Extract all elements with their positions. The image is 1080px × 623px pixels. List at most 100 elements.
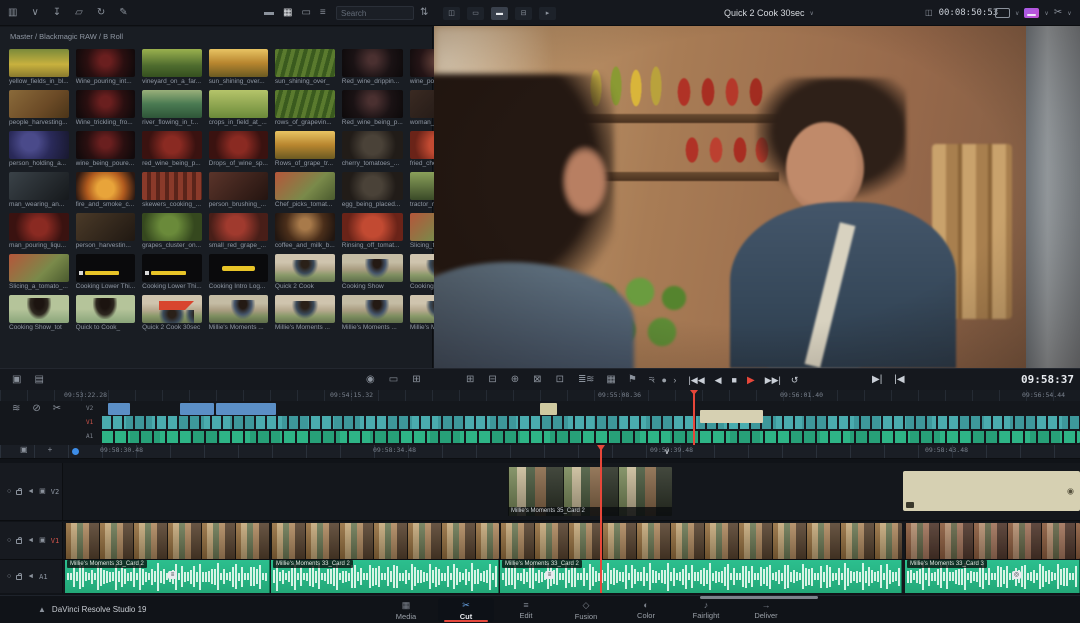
title-clip[interactable]: ◉ (903, 471, 1080, 511)
media-clip[interactable]: crops_in_field_at_... (209, 90, 268, 126)
search-input[interactable] (336, 6, 414, 20)
media-clip[interactable]: Rinsing_off_tomat... (342, 213, 403, 249)
strip-view-icon[interactable]: ▭ (301, 8, 310, 18)
media-clip[interactable]: fire_and_smoke_c... (76, 172, 136, 208)
media-clip[interactable]: Rows_of_grape_tr... (275, 131, 335, 167)
v2-clip[interactable]: Millie's Moments 35_Card 2 (508, 467, 672, 516)
media-clip[interactable]: person_holding_a... (9, 131, 69, 167)
media-clip[interactable]: Millie's Moments ... (275, 295, 335, 331)
timeline-overview-icon[interactable]: ≋ (12, 404, 20, 414)
bin-breadcrumb[interactable]: Master / Blackmagic RAW / B Roll (10, 32, 123, 41)
media-clip[interactable]: Drops_of_wine_sp... (209, 131, 268, 167)
media-clip[interactable]: rows_of_grapevin... (275, 90, 335, 126)
media-clip[interactable]: coffee_and_milk_b... (275, 213, 335, 249)
media-clip[interactable]: small_red_grape_... (209, 213, 268, 249)
media-clip[interactable]: egg_being_placed... (342, 172, 403, 208)
media-clip[interactable]: Millie's Moments ... (209, 295, 268, 331)
append-icon[interactable]: ⊟ (488, 375, 496, 385)
media-clip[interactable]: man_wearing_an... (9, 172, 69, 208)
media-clip[interactable]: yellow_fields_in_bl... (9, 49, 69, 85)
media-clip[interactable]: Millie's Moments ... (342, 295, 403, 331)
media-clip[interactable]: cherry_tomatoes_... (342, 131, 403, 167)
clip-marker-badge[interactable]: ◎ (1012, 571, 1021, 579)
smart-insert-icon[interactable]: ⊞ (466, 375, 474, 385)
track-header-v1[interactable]: ○◄▣V1 (0, 522, 63, 559)
source-clip-icon[interactable]: ◫ (443, 7, 460, 20)
transitions-icon[interactable]: ▦ (606, 375, 615, 385)
media-clip[interactable]: grapes_cluster_on... (142, 213, 202, 249)
mini-clip[interactable] (180, 403, 214, 415)
mic-icon[interactable]: ○ (7, 537, 11, 544)
media-clip[interactable]: person_brushing_... (209, 172, 268, 208)
media-clip[interactable]: vineyard_on_a_far... (142, 49, 202, 85)
thumbnail-view-icon[interactable]: ▦ (283, 8, 292, 18)
media-clip[interactable]: skewers_cooking_... (142, 172, 202, 208)
flag-icon[interactable]: ⚑ (628, 375, 637, 385)
media-clip[interactable]: Red_wine_being_p... (342, 90, 403, 126)
page-tab-color[interactable]: ◐Color (618, 598, 674, 622)
media-pool-icon[interactable]: ▥ (8, 8, 17, 18)
media-clip[interactable]: sun_shining_over_ (275, 49, 335, 85)
media-clip[interactable]: red_wine_being_p... (142, 131, 202, 167)
page-tab-cut[interactable]: ✂Cut (438, 598, 494, 622)
media-clip[interactable]: Quick 2 Cook (275, 254, 335, 290)
prev-edit-button[interactable]: |◀ (894, 375, 904, 385)
clip-marker-badge[interactable]: ≡ (545, 571, 554, 579)
upper-timeline[interactable]: 09:53:22.2809:54:15.3209:55:08.3609:56:0… (0, 390, 1080, 445)
track-tools-icon[interactable]: ▤ (34, 375, 43, 385)
lower-timeline[interactable]: 09:58:30.4809:58:34.4809:58:39.4809:58:4… (0, 445, 1080, 595)
monitor-icon[interactable] (995, 8, 1010, 18)
sort-icon[interactable]: ⇅ (420, 8, 428, 18)
mixer-icon[interactable]: ≋ (586, 375, 594, 385)
stop-button[interactable]: ■ (732, 375, 737, 385)
play-button[interactable]: ▶ (747, 375, 755, 386)
play-reverse-button[interactable]: ◀ (715, 375, 722, 386)
timeline-view-icon[interactable]: ▬ (491, 7, 508, 20)
mini-clip[interactable] (216, 403, 276, 415)
mic-icon[interactable]: ○ (7, 488, 11, 495)
film-icon[interactable]: ▣ (20, 446, 28, 455)
upper-timeline-ruler[interactable]: 09:53:22.2809:54:15.3209:55:08.3609:56:0… (0, 390, 1080, 401)
media-clip[interactable]: river_flowing_in_t... (142, 90, 202, 126)
resolve-fx-icon[interactable] (1024, 8, 1039, 18)
page-tab-deliver[interactable]: →Deliver (738, 598, 794, 622)
page-tab-edit[interactable]: ≡Edit (498, 598, 554, 622)
tools-icon[interactable]: ✂ (1054, 8, 1062, 18)
media-clip[interactable]: person_harvestin... (76, 213, 136, 249)
media-clip[interactable]: Cooking Show (342, 254, 403, 290)
media-clip[interactable]: Quick 2 Cook 30sec (142, 295, 202, 331)
chevron-down-icon[interactable]: ∨ (31, 8, 38, 18)
v1-clip[interactable] (905, 523, 1080, 559)
next-edit-button[interactable]: ▶| (872, 375, 882, 385)
media-clip[interactable]: Cooking Intro Log... (209, 254, 268, 290)
clip-marker-badge[interactable]: ≡ (168, 571, 177, 579)
lock-icon[interactable] (16, 539, 22, 544)
mini-title-clip[interactable] (700, 410, 763, 423)
source-tape-icon[interactable]: ▭ (467, 7, 484, 20)
razor-icon[interactable]: ✂ (53, 404, 61, 414)
boom-icon[interactable]: + (48, 446, 53, 455)
mini-clip[interactable] (108, 403, 130, 415)
sync-clips-icon[interactable]: ↻ (97, 8, 105, 18)
media-clip[interactable]: people_harvesting... (9, 90, 69, 126)
fast-review-icon[interactable]: ▸ (539, 7, 556, 20)
media-clip[interactable]: Cooking Lower Thi... (142, 254, 202, 290)
filmstrip-icon[interactable]: ▣ (39, 488, 46, 495)
v1-clip[interactable] (500, 523, 902, 559)
media-clip[interactable]: Cooking Show_tot (9, 295, 69, 331)
collapse-chevron-icon[interactable]: ∨ (664, 447, 670, 456)
place-on-top-icon[interactable]: ⊡ (556, 375, 564, 385)
media-clip[interactable]: Wine_trickling_fro... (76, 90, 136, 126)
boring-detector-icon[interactable]: ⊟ (515, 7, 532, 20)
filmstrip-view-icon[interactable]: ▬ (264, 8, 274, 18)
lock-icon[interactable] (16, 490, 22, 495)
timeline-lock-icon[interactable]: ▣ (12, 375, 21, 385)
go-to-start-button[interactable]: |◀◀ (688, 375, 704, 386)
jog-control[interactable]: ‹ ● › (652, 375, 678, 385)
import-folder-icon[interactable]: ▱ (75, 8, 83, 18)
marker-color-dot[interactable] (72, 448, 79, 455)
import-media-icon[interactable]: ↧ (53, 8, 61, 18)
mini-clip[interactable] (540, 403, 557, 415)
media-clip[interactable]: Red_wine_drippin... (342, 49, 403, 85)
v1-clip[interactable] (65, 523, 270, 559)
